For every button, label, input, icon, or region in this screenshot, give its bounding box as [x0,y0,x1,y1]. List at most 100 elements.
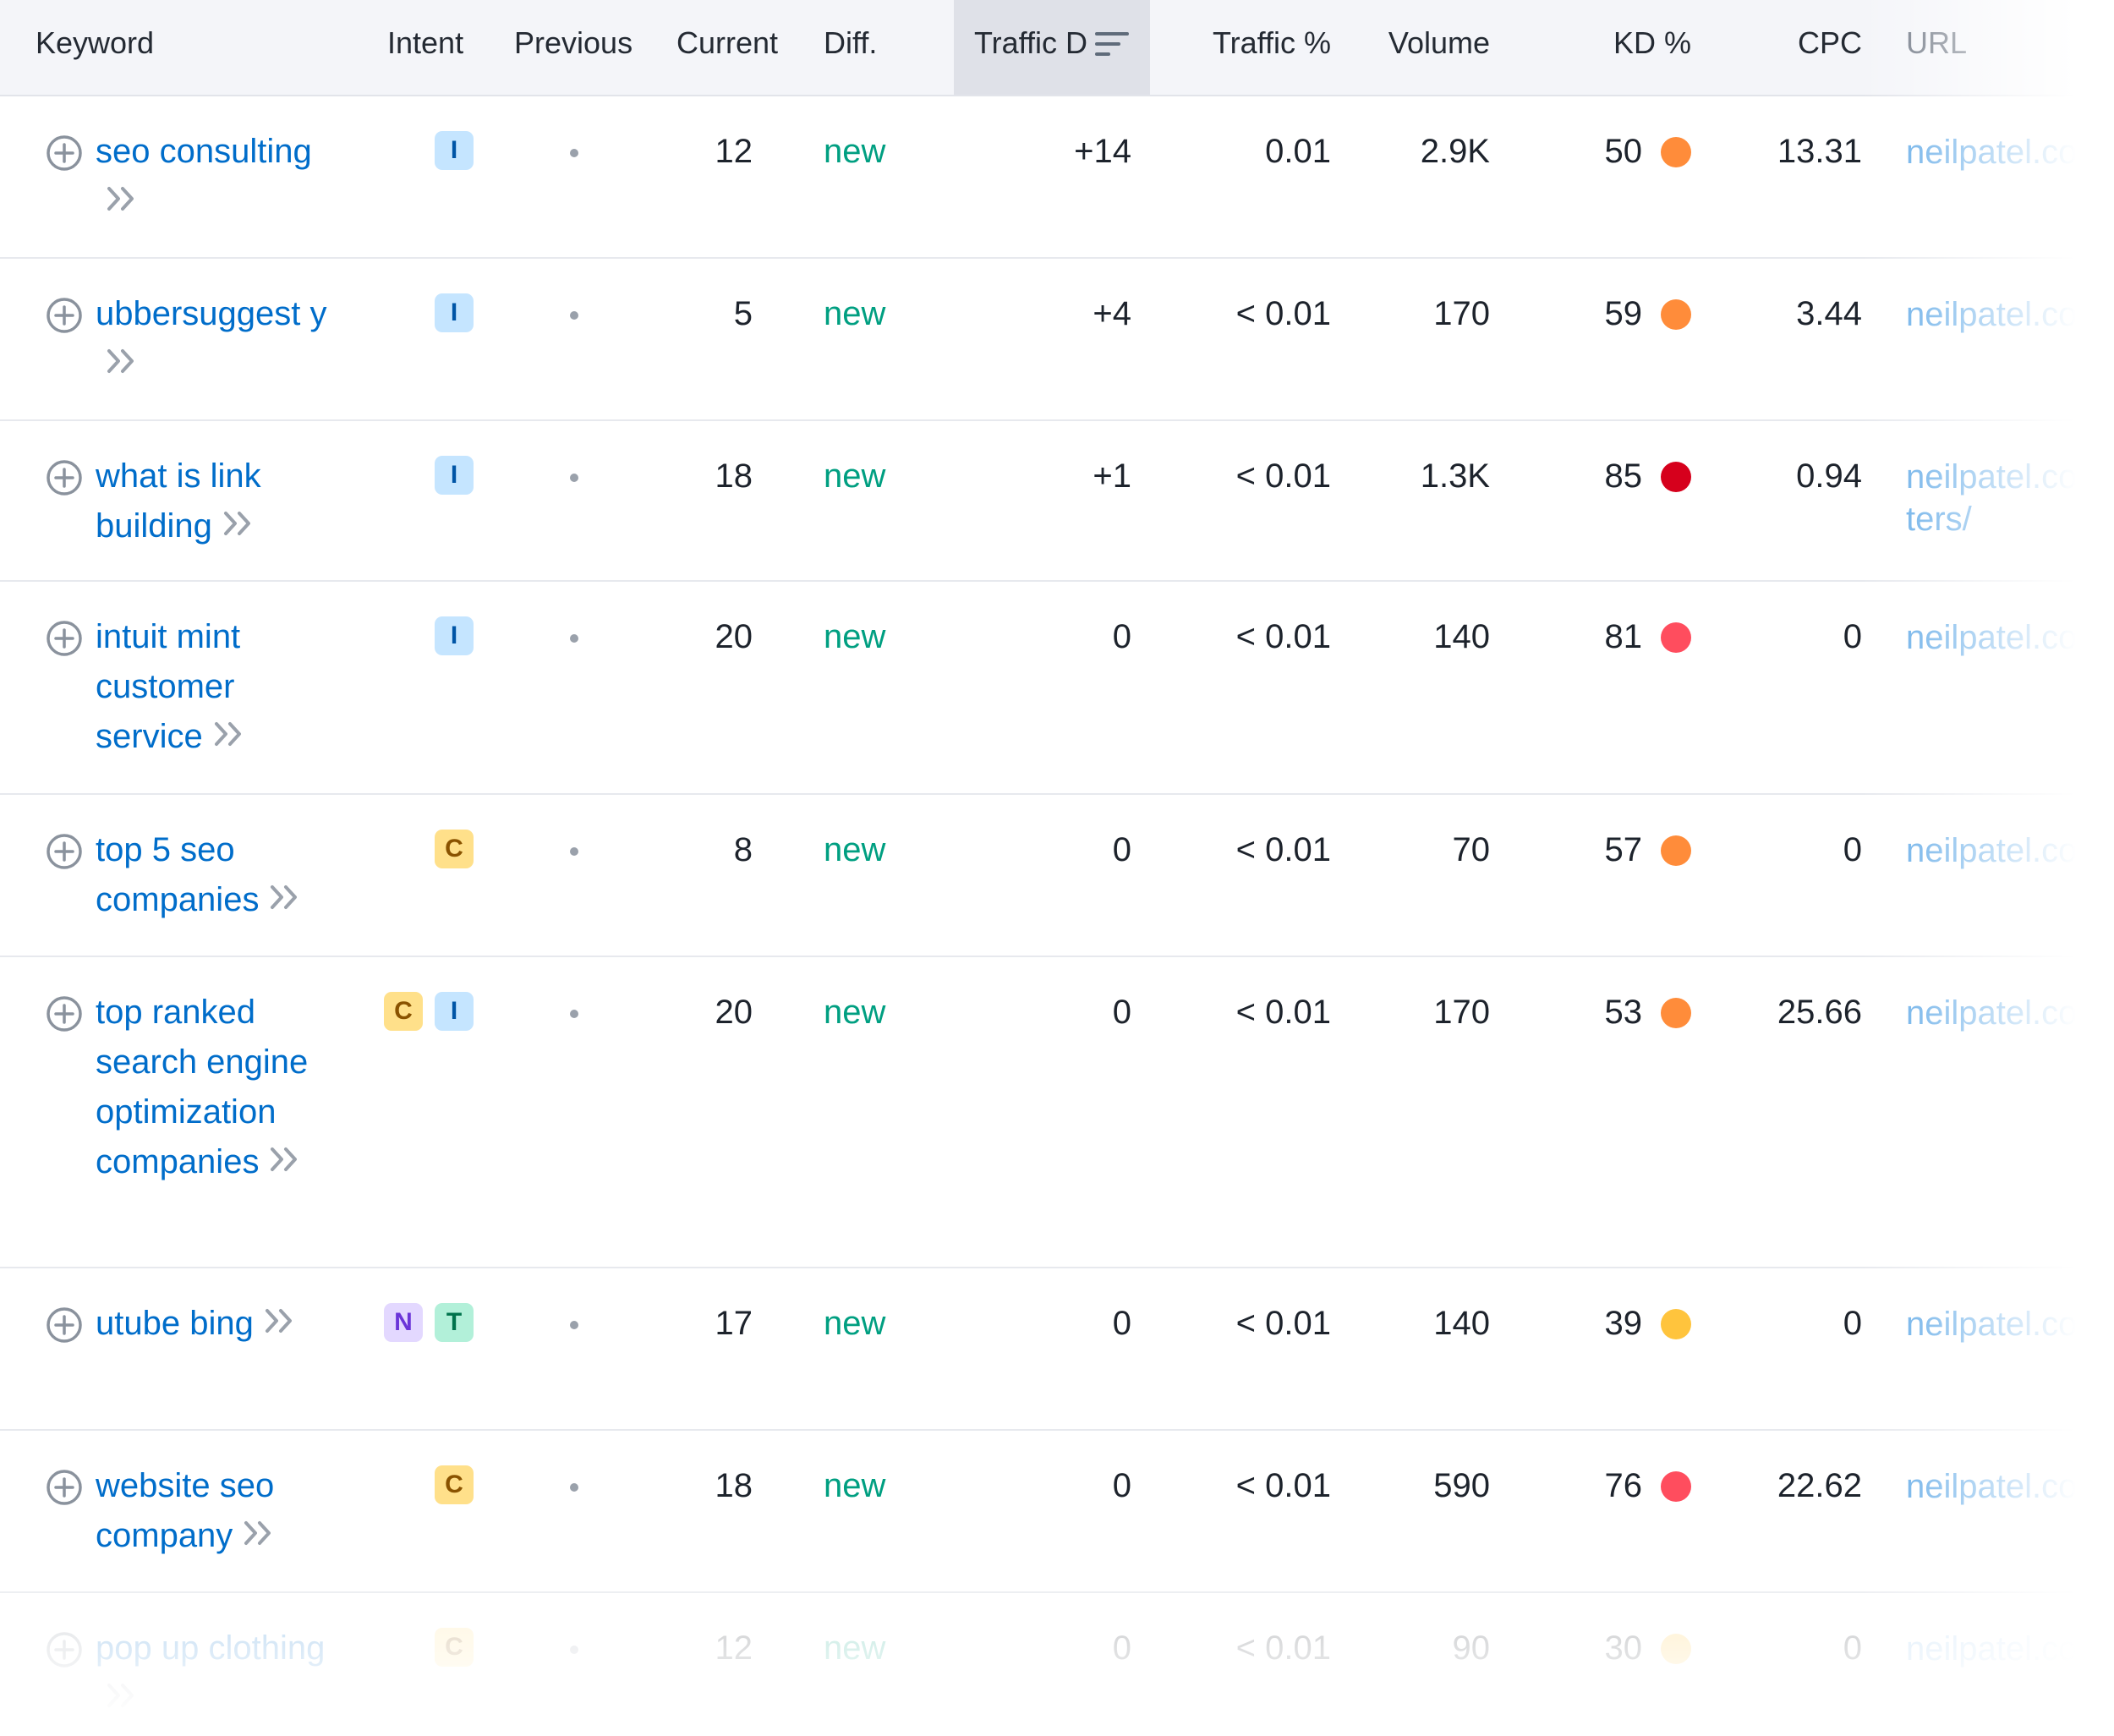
cpc-value: 3.44 [1796,295,1862,332]
table-row[interactable]: what is link building I • 18 new +1 < 0.01 1.3K… [0,419,2114,582]
cpc-value: 22.62 [1777,1467,1862,1504]
cpc-value: 0 [1843,1305,1862,1342]
table-row[interactable]: website seo company C • 18 new 0 < 0.01 590 76 22… [0,1429,2114,1593]
chevron-double-right-icon[interactable] [213,711,245,761]
url-link[interactable]: neilpatel.com [1906,293,2109,336]
url-link[interactable]: neilpatel.com [1906,830,2109,872]
chevron-double-right-icon[interactable] [106,338,138,388]
url-link[interactable]: neilpatel.com [1906,992,2109,1034]
kd-difficulty-dot [1661,622,1691,653]
traffic-pct-value: 0.01 [1265,133,1331,170]
add-keyword-icon[interactable] [46,833,83,870]
diff-value: new [824,133,886,170]
add-keyword-icon[interactable] [46,297,83,334]
volume-value: 2.9K [1420,133,1490,170]
url-link[interactable]: neilpatel.com [1906,131,2109,173]
keyword-link[interactable]: utube bing [96,1299,341,1350]
table-row[interactable]: ubbersuggest y I • 5 new +4 < 0.01 170 59 3.44 nei… [0,257,2114,421]
diff-value: new [824,1629,886,1667]
chevron-double-right-icon[interactable] [106,176,138,226]
traffic-pct-value: < 0.01 [1235,1305,1331,1342]
traffic-pct-value: < 0.01 [1235,994,1331,1031]
current-position: 12 [715,133,753,170]
add-keyword-icon[interactable] [46,134,83,172]
intent-badge: C [435,1465,474,1504]
intent-badge: I [435,616,474,655]
volume-value: 140 [1433,618,1490,655]
kd-difficulty-dot [1661,998,1691,1028]
header-diff[interactable]: Diff. [824,0,877,95]
diff-value: new [824,1305,886,1342]
chevron-double-right-icon[interactable] [222,501,255,550]
table-row[interactable]: top 5 seo companies C • 8 new 0 < 0.01 70 57 0 nei… [0,793,2114,957]
url-link[interactable]: neilpatel.com [1906,1628,2109,1670]
kd-difficulty-dot [1661,1634,1691,1664]
keyword-text[interactable]: ubbersuggest y [96,295,327,332]
keyword-link[interactable]: what is link building [96,452,341,553]
intent-badge: C [384,992,423,1031]
chevron-double-right-icon[interactable] [106,1673,138,1722]
url-link[interactable]: neilpatel.com ters/ [1906,456,2109,540]
add-keyword-icon[interactable] [46,459,83,496]
header-cpc[interactable]: CPC [1759,0,1862,95]
url-link[interactable]: neilpatel.com [1906,616,2109,659]
header-current[interactable]: Current [676,0,778,95]
table-row[interactable]: top ranked search engine optimization co… [0,956,2114,1268]
keyword-link[interactable]: intuit mint customer service [96,612,341,764]
keyword-link[interactable]: top ranked search engine optimization co… [96,988,341,1189]
diff-value: new [824,618,886,655]
current-position: 8 [733,831,753,868]
chevron-double-right-icon[interactable] [269,874,301,924]
previous-position: • [570,149,578,157]
header-traffic-diff[interactable]: Traffic D [974,0,1087,95]
add-keyword-icon[interactable] [46,995,83,1032]
table-row[interactable]: pop up clothing C • 12 new 0 < 0.01 90 30 0 neilpa… [0,1591,2114,1736]
keyword-text[interactable]: pop up clothing [96,1629,325,1667]
traffic-diff-value: 0 [1112,1305,1131,1342]
current-position: 17 [715,1305,753,1342]
header-kd[interactable]: KD % [1573,0,1691,95]
chevron-double-right-icon[interactable] [243,1510,275,1560]
keyword-text[interactable]: seo consulting [96,133,312,170]
traffic-pct-value: < 0.01 [1235,457,1331,495]
header-previous[interactable]: Previous [514,0,633,95]
cpc-value: 0.94 [1796,457,1862,495]
keyword-link[interactable]: website seo company [96,1461,341,1563]
intent-badge: I [435,992,474,1031]
current-position: 20 [715,618,753,655]
header-volume[interactable]: Volume [1353,0,1490,95]
kd-value: 59 [1604,295,1643,332]
table-row[interactable]: utube bing NT • 17 new 0 < 0.01 140 39 0 neilpatel… [0,1267,2114,1431]
previous-position: • [570,1321,578,1329]
table-row[interactable]: intuit mint customer service I • 20 new 0 < 0.… [0,580,2114,795]
keyword-link[interactable]: top 5 seo companies [96,825,341,927]
keyword-link[interactable]: ubbersuggest y [96,289,341,391]
previous-position: • [570,634,578,643]
keyword-text[interactable]: top 5 seo companies [96,831,259,918]
add-keyword-icon[interactable] [46,1469,83,1506]
cpc-value: 0 [1843,1629,1862,1667]
header-url[interactable]: URL [1906,0,1967,95]
kd-value: 85 [1604,457,1643,495]
kd-value: 81 [1604,618,1643,655]
chevron-double-right-icon[interactable] [264,1298,296,1348]
keyword-text[interactable]: utube bing [96,1305,254,1342]
header-intent[interactable]: Intent [387,0,463,95]
kd-value: 57 [1604,831,1643,868]
chevron-double-right-icon[interactable] [269,1136,301,1186]
add-keyword-icon[interactable] [46,1306,83,1344]
table-row[interactable]: seo consulting I • 12 new +14 0.01 2.9K 50 13.31 n… [0,95,2114,259]
sort-descending-icon[interactable] [1095,32,1129,63]
header-traffic-pct[interactable]: Traffic % [1167,0,1331,95]
header-keyword[interactable]: Keyword [36,0,154,95]
add-keyword-icon[interactable] [46,1631,83,1668]
cpc-value: 0 [1843,618,1862,655]
url-link[interactable]: neilpatel.com [1906,1465,2109,1508]
url-link[interactable]: neilpatel.com [1906,1303,2109,1345]
diff-value: new [824,1467,886,1504]
previous-position: • [570,1646,578,1654]
keyword-link[interactable]: pop up clothing [96,1624,341,1725]
keyword-link[interactable]: seo consulting [96,127,341,228]
diff-value: new [824,994,886,1031]
add-keyword-icon[interactable] [46,620,83,657]
